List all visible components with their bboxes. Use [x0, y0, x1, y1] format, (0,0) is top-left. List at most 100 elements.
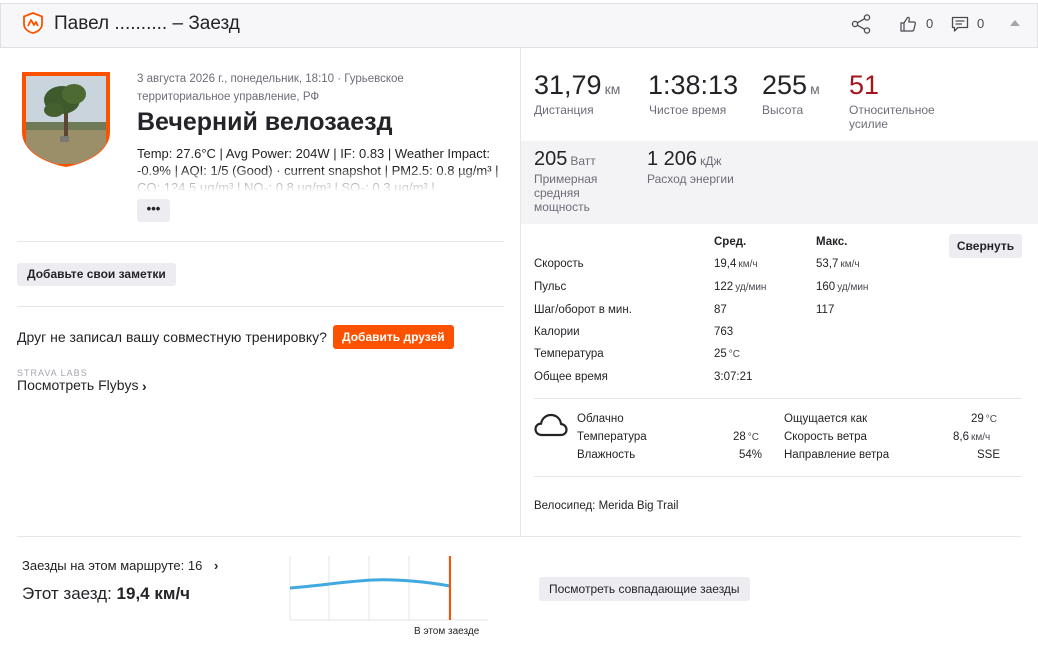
flybys-link[interactable]: Посмотреть Flybys: [17, 377, 139, 393]
collapse-button[interactable]: Свернуть: [949, 234, 1022, 258]
stat-elevation-value: 255: [762, 70, 808, 100]
table-cell-avg: 25 °C: [714, 348, 740, 360]
weather-humidity-value: 54%: [739, 449, 763, 461]
activity-photo[interactable]: [20, 70, 112, 168]
weather-condition: Облачно: [577, 413, 624, 425]
stat-power: 205 Ватт: [534, 148, 596, 171]
stat-power-label: Примерная средняя мощность: [534, 172, 598, 214]
divider: [17, 241, 504, 242]
stat-power-value: 205: [534, 148, 568, 170]
activity-date-location: 3 августа 2026 г., понедельник, 18:10 · …: [137, 73, 404, 103]
table-cell-avg: 122 уд/мин: [714, 281, 766, 293]
weather-wind-value: 8,6 км/ч: [953, 431, 990, 443]
cell-value: 122: [714, 281, 734, 293]
stat-elevation: 255 м: [762, 70, 820, 101]
weather-wind-dir-value: SSE: [977, 449, 1001, 461]
weather-wind-label: Скорость ветра: [784, 431, 867, 443]
chart-caption: В этом заезде: [414, 626, 480, 637]
weather-temp-number: 28: [733, 431, 746, 443]
stat-energy-label: Расход энергии: [647, 172, 734, 186]
share-icon[interactable]: [851, 14, 871, 34]
column-divider: [520, 48, 521, 536]
this-ride-value: 19,4 км/ч: [116, 584, 191, 603]
table-row-label: Температура: [534, 348, 604, 360]
matched-rides-button[interactable]: Посмотреть совпадающие заезды: [539, 577, 750, 601]
stat-distance-value: 31,79: [534, 70, 602, 100]
table-cell-avg: 87: [714, 304, 727, 316]
weather-feels-value: 29 °C: [971, 413, 997, 425]
bike-label: Велосипед:: [534, 500, 596, 512]
chevron-right-icon[interactable]: ›: [214, 558, 218, 573]
table-cell-max: 53,7 км/ч: [816, 258, 860, 270]
table-cell-avg: 763: [714, 326, 733, 338]
stat-elevation-label: Высота: [762, 103, 804, 117]
cell-value: 763: [714, 326, 734, 338]
table-cell-avg: 3:07:21: [714, 371, 752, 383]
add-notes-button[interactable]: Добавьте свои заметки: [17, 263, 176, 286]
weather-humidity-label: Влажность: [577, 449, 636, 461]
cell-value: 117: [816, 304, 835, 316]
cell-unit: уд/мин: [735, 282, 767, 293]
weather-feels-unit: °C: [985, 414, 998, 425]
stat-relative-effort[interactable]: 51: [849, 70, 879, 101]
cell-unit: °C: [728, 349, 741, 360]
collapse-header-icon[interactable]: [1010, 20, 1020, 26]
stat-distance-unit: км: [604, 81, 621, 97]
comment-count: 0: [977, 16, 985, 31]
activity-title: Вечерний велозаезд: [137, 108, 393, 136]
bike-info: Велосипед: Merida Big Trail: [534, 500, 678, 512]
stat-relative-effort-label: Относительное усилие: [849, 103, 935, 131]
stat-energy-unit: кДж: [700, 154, 722, 168]
bike-name[interactable]: Merida Big Trail: [599, 500, 679, 512]
divider: [534, 398, 1022, 399]
weather-wind-dir-label: Направление ветра: [784, 449, 890, 461]
add-friends-button[interactable]: Добавить друзей: [333, 325, 454, 349]
this-ride-speed: Этот заезд: 19,4 км/ч: [22, 584, 190, 604]
stat-distance: 31,79 км: [534, 70, 620, 101]
friend-question-text: Друг не записал вашу совместную трениров…: [17, 329, 327, 345]
weather-feels-label: Ощущается как: [784, 413, 868, 425]
kudos-count: 0: [926, 16, 934, 31]
comment-icon[interactable]: [951, 16, 969, 33]
table-row-label: Шаг/оборот в мин.: [534, 304, 632, 316]
weather-temp-value: 28 °C: [733, 431, 759, 443]
cell-value: 53,7: [816, 258, 839, 270]
stat-moving-time-label: Чистое время: [649, 103, 727, 117]
table-header-max: Макс.: [816, 236, 848, 248]
cell-value: 3:07:21: [714, 371, 753, 383]
page-title: Павел .......... – Заезд: [54, 13, 240, 34]
show-more-button[interactable]: •••: [137, 199, 170, 222]
weather-temp-label: Температура: [577, 431, 647, 443]
table-row-label: Общее время: [534, 371, 608, 383]
table-cell-max: 117: [816, 304, 834, 316]
table-cell-max: 160 уд/мин: [816, 281, 868, 293]
cell-value: 19,4: [714, 258, 737, 270]
table-row-label: Калории: [534, 326, 580, 338]
weather-wind-number: 8,6: [953, 431, 969, 443]
stat-elevation-unit: м: [810, 81, 820, 97]
route-rides-link[interactable]: Заезды на этом маршруте: 16: [22, 558, 202, 573]
this-ride-label: Этот заезд:: [22, 584, 112, 603]
strava-logo-icon[interactable]: [22, 12, 44, 34]
stat-moving-time: 1:38:13: [648, 70, 739, 100]
cell-unit: уд/мин: [837, 282, 869, 293]
route-speed-chart[interactable]: [288, 556, 488, 626]
table-cell-avg: 19,4 км/ч: [714, 258, 758, 270]
stat-energy: 1 206 кДж: [647, 148, 721, 171]
table-row-label: Пульс: [534, 281, 567, 293]
stat-energy-value: 1 206: [647, 148, 698, 170]
table-header-avg: Сред.: [714, 236, 747, 248]
divider: [534, 476, 1022, 477]
divider: [17, 536, 1021, 537]
table-row-label: Скорость: [534, 258, 584, 270]
cell-unit: км/ч: [738, 259, 758, 270]
cell-unit: км/ч: [840, 259, 860, 270]
weather-temp-unit: °C: [747, 432, 760, 443]
chevron-right-icon[interactable]: ›: [142, 378, 147, 394]
thumbs-up-icon[interactable]: [899, 15, 917, 33]
cell-value: 160: [816, 281, 836, 293]
stat-distance-label: Дистанция: [534, 103, 594, 117]
stat-power-unit: Ватт: [570, 154, 596, 168]
description-fade: [137, 171, 507, 191]
divider: [17, 306, 504, 307]
